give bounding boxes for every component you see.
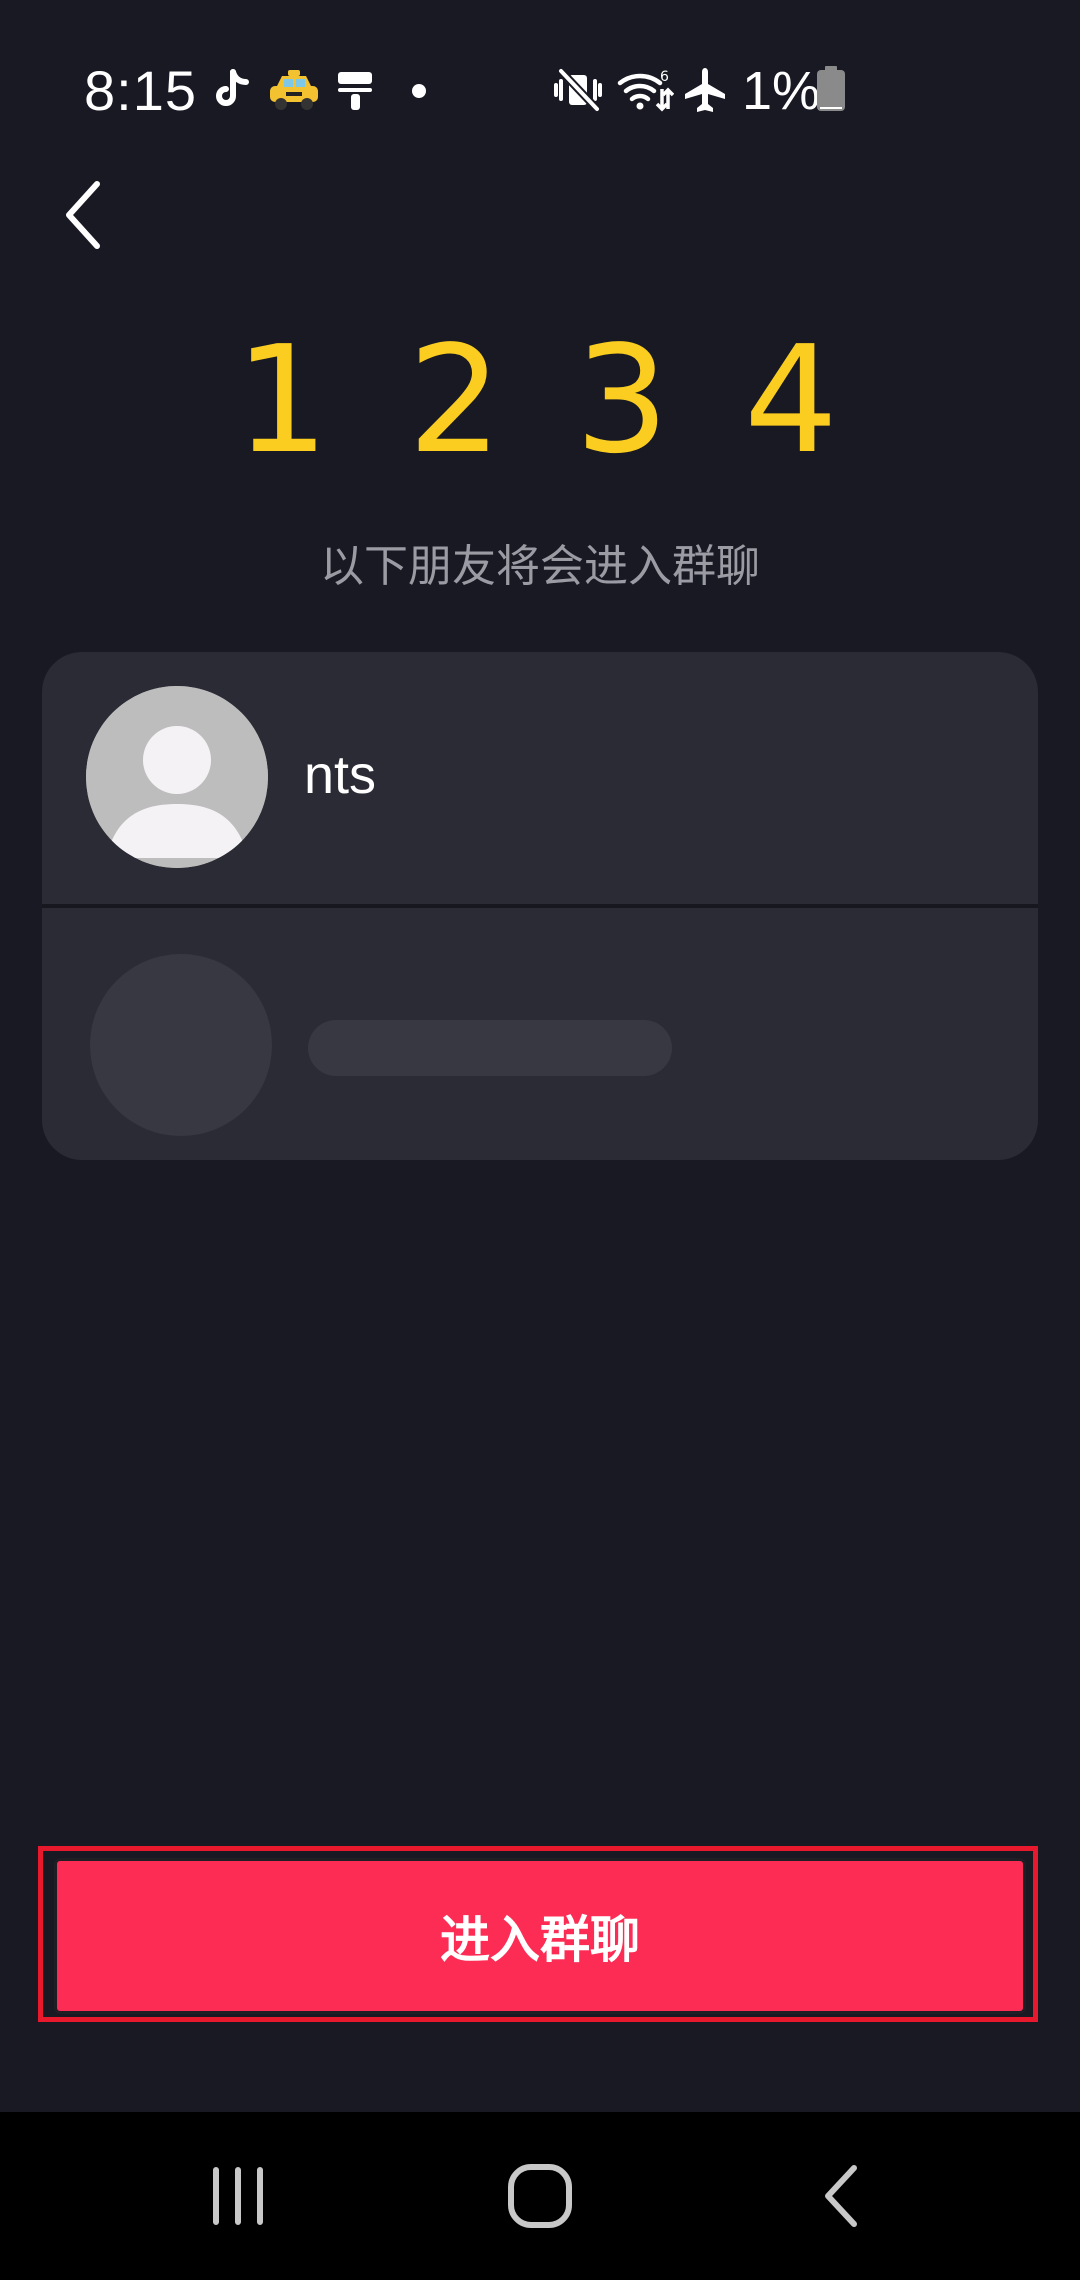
member-name: nts <box>304 745 377 805</box>
placeholder-row <box>42 908 1038 1160</box>
default-person-icon <box>86 686 268 868</box>
back-button[interactable] <box>48 170 118 260</box>
code-digit-4: 4 <box>743 314 839 486</box>
battery-low-icon <box>816 66 846 112</box>
recent-apps-icon <box>213 2167 263 2225</box>
recent-apps-button[interactable] <box>178 2156 298 2236</box>
enter-group-chat-button[interactable]: 进入群聊 <box>54 1858 1026 2014</box>
code-digit-2: 2 <box>407 314 503 486</box>
taxi-icon <box>266 66 322 114</box>
member-row[interactable]: nts <box>42 652 1038 904</box>
back-icon <box>825 2165 857 2227</box>
vibrate-mute-icon <box>552 66 604 114</box>
placeholder-name-line <box>308 1020 672 1076</box>
members-card: nts <box>42 652 1038 1160</box>
tiktok-icon <box>208 66 254 114</box>
navigation-bar <box>0 2112 1080 2280</box>
home-button[interactable] <box>480 2156 600 2236</box>
airplane-mode-icon <box>680 66 730 114</box>
subtitle: 以下朋友将会进入群聊 <box>320 542 760 591</box>
code-digit-3: 3 <box>574 314 670 486</box>
group-code: 1 2 3 4 <box>0 320 1080 480</box>
battery-percent: 1% <box>742 61 821 121</box>
status-bar: 8:15 6 1% <box>0 0 1080 180</box>
status-time: 8:15 <box>84 59 197 122</box>
more-dot-icon <box>412 84 426 98</box>
paint-roller-icon <box>334 66 378 114</box>
home-icon <box>508 2164 572 2228</box>
svg-text:6: 6 <box>660 69 669 85</box>
wifi-6-icon: 6 <box>616 66 674 114</box>
placeholder-avatar <box>90 954 272 1136</box>
code-digit-1: 1 <box>234 314 330 486</box>
system-back-button[interactable] <box>782 2156 902 2236</box>
screen: 8:15 6 1% 1 2 3 4 以下朋友将会进入群聊 nts 进入群聊 <box>0 0 1080 2280</box>
chevron-left-icon <box>66 181 100 249</box>
